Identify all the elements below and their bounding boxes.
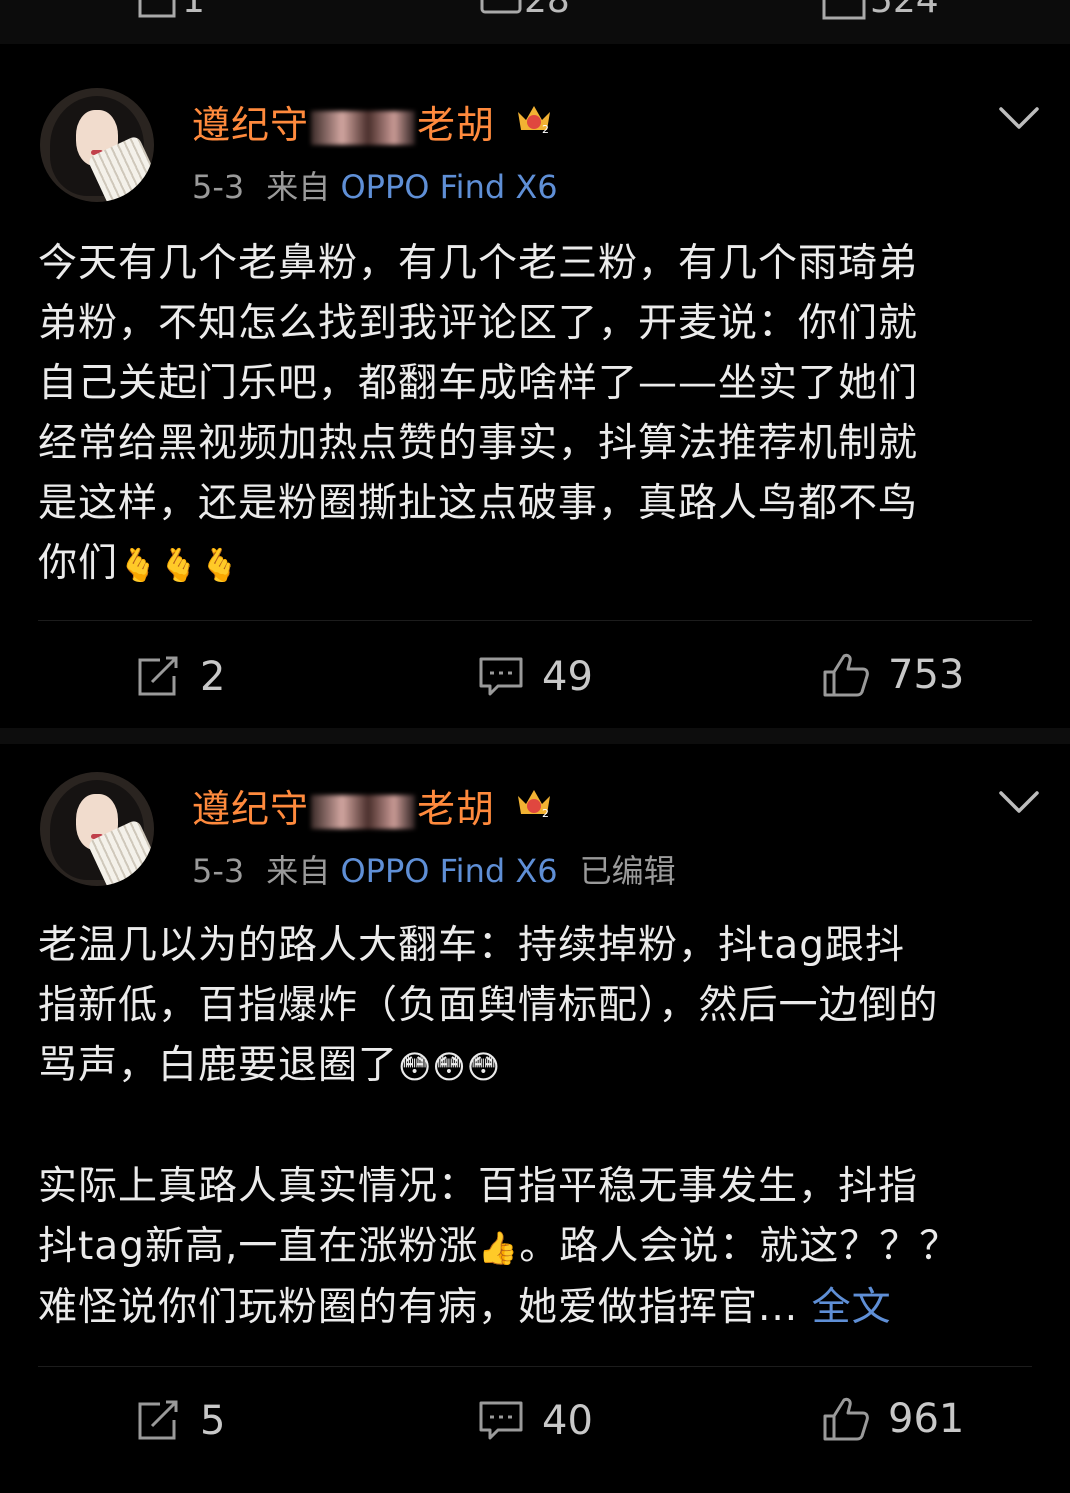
comment-button[interactable]: 49: [478, 652, 593, 702]
repost-count: 2: [200, 654, 226, 700]
comment-button[interactable]: 28: [480, 0, 570, 21]
username-part: 遵纪守: [192, 103, 310, 147]
comment-count: 28: [524, 0, 570, 21]
crown-icon: 2: [518, 106, 550, 136]
post-line: 难怪说你们玩粉圈的有病，她爱做指挥官... 全文: [38, 1278, 1038, 1338]
post-line: 今天有几个老鼻粉，有几个老三粉，有几个雨琦弟: [38, 241, 919, 286]
repost-button[interactable]: 5: [136, 1396, 225, 1446]
post-meta: 5-3 来自 OPPO Find X6 已编辑: [192, 846, 676, 892]
heart-fingers-emoji: 🫰🫰🫰: [118, 546, 241, 584]
post-line-text: 你们: [38, 541, 119, 586]
divider: [38, 620, 1032, 621]
username-part: 老胡: [417, 787, 496, 831]
username-part: 老胡: [417, 103, 496, 147]
comment-icon: [480, 0, 522, 14]
post-line: 自己关起门乐吧，都翻车成啥样了——坐实了她们: [38, 361, 919, 406]
repost-icon: [138, 1400, 178, 1440]
post-text: 今天有几个老鼻粉，有几个老三粉，有几个雨琦弟 弟粉，不知怎么找到我评论区了，开麦…: [38, 234, 1038, 595]
post-line: 骂声，白鹿要退圈了😳😳😳: [38, 1036, 1038, 1097]
post-line: 经常给黑视频加热点赞的事实，抖算法推荐机制就: [38, 421, 919, 466]
like-button[interactable]: 753: [822, 650, 964, 700]
like-icon: [823, 653, 869, 697]
repost-icon: [138, 656, 178, 696]
comment-button[interactable]: 40: [478, 1396, 593, 1446]
post-line-text: 难怪说你们玩粉圈的有病，她爱做指挥官...: [38, 1285, 799, 1330]
read-more-link[interactable]: 全文: [812, 1285, 892, 1330]
comment-count: 40: [542, 1398, 593, 1444]
from-label: 来自: [266, 168, 331, 206]
post-line: 实际上真路人真实情况：百指平稳无事发生，抖指: [38, 1164, 919, 1209]
thumbs-up-emoji: 👍: [478, 1229, 520, 1267]
previous-post-action-bar: 1 28 524: [0, 0, 1070, 44]
post-line: 你们🫰🫰🫰: [38, 534, 1038, 595]
post-line-text: 。路人会说：就这？？？: [519, 1224, 960, 1269]
comment-icon: [479, 1401, 523, 1440]
post-date: 5-3: [192, 852, 245, 890]
post-line: 指新低，百指爆炸（负面舆情标配），然后一边倒的: [38, 983, 939, 1028]
avatar[interactable]: [40, 88, 154, 202]
post-line: 老温几以为的路人大翻车：持续掉粉，抖tag跟抖: [38, 923, 905, 968]
post-line-text: 骂声，白鹿要退圈了: [38, 1043, 399, 1088]
like-count: 753: [888, 652, 965, 698]
username[interactable]: 遵纪守 老胡: [192, 94, 495, 149]
repost-count: 1: [182, 0, 205, 21]
like-icon: [823, 1397, 869, 1441]
like-button[interactable]: 961: [822, 1394, 964, 1444]
username-blur: [311, 110, 416, 145]
like-button[interactable]: 524: [822, 0, 939, 21]
avatar[interactable]: [40, 772, 154, 886]
repost-button[interactable]: 2: [136, 652, 225, 702]
post-line: 弟粉，不知怎么找到我评论区了，开麦说：你们就: [38, 301, 919, 346]
post-source[interactable]: OPPO Find X6: [340, 168, 557, 206]
username-part: 遵纪守: [192, 787, 310, 831]
flushed-face-emoji: 😳😳😳: [398, 1048, 502, 1086]
post-source[interactable]: OPPO Find X6: [340, 852, 557, 890]
chevron-down-icon[interactable]: [998, 106, 1040, 130]
from-label: 来自: [266, 852, 331, 890]
username-blur: [311, 794, 416, 829]
chevron-down-icon[interactable]: [998, 790, 1040, 814]
post-line: 抖tag新高,一直在涨粉涨👍。路人会说：就这？？？: [38, 1217, 1038, 1278]
edited-label: 已编辑: [579, 852, 676, 890]
post-separator: [0, 728, 1070, 744]
username[interactable]: 遵纪守 老胡: [192, 778, 495, 833]
divider: [38, 1366, 1032, 1367]
repost-count: 5: [200, 1398, 226, 1444]
post-meta: 5-3 来自 OPPO Find X6: [192, 162, 558, 208]
comment-count: 49: [542, 654, 593, 700]
post-date: 5-3: [192, 168, 245, 206]
like-count: 961: [888, 1396, 965, 1442]
post-card: 遵纪守 老胡 2 5-3 来自 OPPO Find X6 已编辑 老温几以为的路人大翻…: [0, 744, 1070, 1493]
post-text: 老温几以为的路人大翻车：持续掉粉，抖tag跟抖 指新低，百指爆炸（负面舆情标配）…: [38, 916, 1038, 1338]
crown-icon: 2: [518, 790, 550, 820]
like-icon: [822, 0, 866, 20]
repost-button[interactable]: 1: [138, 0, 205, 21]
comment-icon: [479, 657, 523, 696]
post-card: 遵纪守 老胡 2 5-3 来自 OPPO Find X6 今天有几个老鼻粉，有几个老…: [0, 60, 1070, 728]
like-count: 524: [870, 0, 939, 21]
svg-text:2: 2: [542, 123, 549, 136]
repost-icon: [138, 0, 176, 18]
post-line: 是这样，还是粉圈撕扯这点破事，真路人鸟都不鸟: [38, 481, 919, 526]
post-line-text: 抖tag新高,一直在涨粉涨: [38, 1224, 479, 1269]
svg-text:2: 2: [542, 807, 549, 820]
